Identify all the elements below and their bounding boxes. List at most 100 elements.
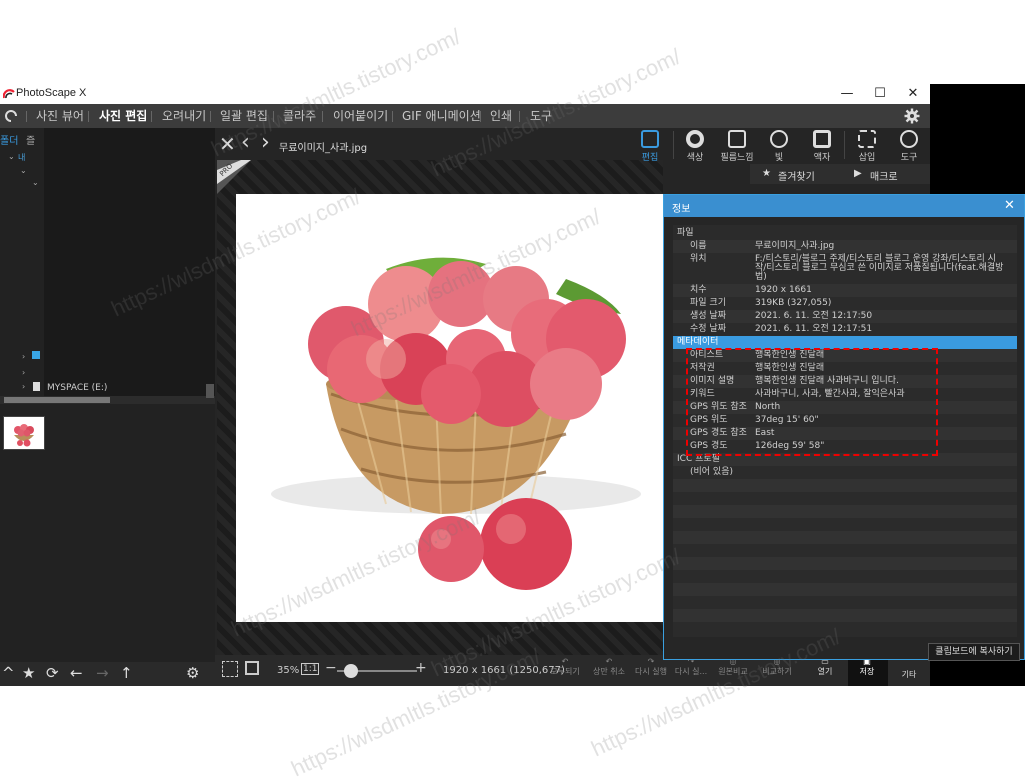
actual-size-button[interactable]: 1:1: [301, 663, 320, 675]
tool-tools[interactable]: 도구: [889, 130, 929, 163]
apple-basket-image: [271, 257, 641, 590]
thumbnail-apple-basket[interactable]: [3, 416, 45, 450]
empty-row: [673, 531, 1017, 544]
left-bottom-toolbar: ^ ★ ⟳ ← → ↑ ⚙: [0, 662, 215, 686]
up-arrow-icon[interactable]: ↑: [120, 664, 133, 682]
tool-insert[interactable]: 삽입: [847, 130, 887, 163]
table-row: 치수 1920 x 1661: [673, 284, 1017, 297]
forward-arrow-icon[interactable]: →: [96, 664, 109, 682]
file-name: 무료이미지_사과.jpg: [279, 143, 368, 154]
tool-edit[interactable]: 편집: [630, 130, 670, 163]
undo-button[interactable]: ↶ 상만 취소: [591, 657, 627, 677]
favorites-button[interactable]: 즐겨찾기: [778, 168, 815, 183]
settings-gear-icon[interactable]: ⚙: [186, 664, 199, 682]
redo-all-button[interactable]: ↷ 다시 실...: [673, 657, 709, 677]
star-icon[interactable]: ★: [22, 664, 35, 682]
left-browser-panel: 폴더 즐겨 ⌄ 내 ⌄ ⌄ › › › MYSPACE (E:) ^ ★ ⟳: [0, 128, 215, 686]
photo-canvas[interactable]: [236, 194, 663, 622]
zoom-slider-handle[interactable]: [344, 664, 358, 678]
info-dialog-title: 정보: [672, 204, 691, 215]
menu-photo-viewer[interactable]: 사진 뷰어: [36, 104, 84, 128]
tool-label: 액자: [813, 153, 831, 163]
empty-row: [673, 557, 1017, 570]
tree-collapsed-icon[interactable]: ›: [22, 382, 25, 391]
drive-icon: [33, 382, 40, 391]
save-button[interactable]: ▣ 저장: [849, 657, 885, 677]
empty-row: [673, 609, 1017, 622]
table-row: 파일 크기 319KB (327,055): [690, 298, 832, 308]
metadata-highlight-box: [686, 348, 938, 456]
table-row: 법): [755, 272, 767, 282]
minimize-button[interactable]: —: [830, 84, 864, 104]
tool-light[interactable]: 빛: [759, 130, 799, 163]
tool-color[interactable]: 색상: [675, 130, 715, 163]
table-row: 생성 날짜 2021. 6. 11. 오전 12:17:50: [673, 310, 1017, 323]
crop-select-icon[interactable]: [222, 661, 238, 677]
tool-label: 빛: [774, 153, 784, 163]
close-window-button[interactable]: ✕: [896, 84, 930, 104]
empty-row: [673, 583, 1017, 596]
undo-all-button[interactable]: ↶ 모두되기: [547, 657, 583, 677]
palette-icon: [900, 130, 918, 148]
compare-view-icon[interactable]: [245, 661, 259, 675]
zoom-level: 35%: [277, 665, 300, 676]
refresh-icon[interactable]: ⟳: [46, 664, 59, 682]
close-icon[interactable]: ✕: [1004, 198, 1015, 213]
menu-combine[interactable]: 이어붙이기: [333, 104, 388, 128]
macro-button[interactable]: 매크로: [870, 168, 898, 183]
tool-label: 삽입: [858, 153, 876, 163]
sun-icon: [770, 130, 788, 148]
title-bar: PhotoScape X — ☐ ✕: [0, 84, 930, 104]
tree-collapsed-icon[interactable]: ›: [22, 352, 25, 361]
insert-icon: [858, 130, 876, 148]
zoom-out-button[interactable]: −: [325, 660, 337, 676]
table-row: (비어 있음): [690, 467, 734, 477]
empty-row: [673, 505, 1017, 518]
vertical-scrollbar[interactable]: [206, 384, 214, 398]
table-row: 수정 날짜 2021. 6. 11. 오전 12:17:51: [690, 324, 873, 334]
thumbnail-strip: [0, 410, 215, 660]
tool-frame[interactable]: 액자: [802, 130, 842, 163]
scrollbar-thumb[interactable]: [4, 397, 110, 403]
copy-to-clipboard-button[interactable]: 클립보드에 복사하기: [928, 643, 1020, 661]
tab-folder[interactable]: 폴더: [0, 132, 18, 147]
redo-button[interactable]: ↷ 다시 실행: [633, 657, 669, 677]
zoom-in-button[interactable]: +: [415, 660, 427, 676]
tree-expand-icon[interactable]: ⌄: [32, 178, 39, 187]
tree-node-label[interactable]: 내: [18, 152, 25, 163]
left-tabs: 폴더 즐겨: [0, 128, 44, 162]
tool-label: 편집: [641, 153, 659, 163]
info-dialog-header: 정보 ✕: [664, 195, 1024, 217]
tree-collapsed-icon[interactable]: ›: [22, 368, 25, 377]
color-circle-icon: [686, 130, 704, 148]
horizontal-scrollbar[interactable]: [0, 396, 215, 404]
section-file: 파일: [677, 228, 694, 238]
tree-expand-icon[interactable]: ⌄: [20, 166, 27, 175]
pencil-icon: [641, 130, 659, 148]
settings-gear-icon[interactable]: [904, 108, 920, 124]
drive-label[interactable]: MYSPACE (E:): [47, 383, 107, 393]
tool-label: 도구: [900, 153, 918, 163]
drive-icon: [32, 351, 40, 359]
empty-row: [673, 479, 1017, 492]
frame-icon: [813, 130, 831, 148]
star-icon: ★: [762, 168, 771, 179]
app-title: PhotoScape X: [16, 87, 87, 99]
menu-photo-editor[interactable]: 사진 편집: [99, 104, 147, 128]
menu-cut-out[interactable]: 오려내기: [162, 104, 206, 128]
back-arrow-icon[interactable]: ←: [70, 664, 83, 682]
table-row: 이름 무료이미지_사과.jpg: [673, 240, 1017, 253]
film-icon: [728, 130, 746, 148]
more-button[interactable]: 기타: [891, 669, 927, 680]
tool-label: 색상: [686, 153, 704, 163]
photoscape-logo-icon: [3, 89, 15, 99]
chevron-up-icon[interactable]: ^: [2, 664, 15, 682]
menu-gif-animation[interactable]: GIF 애니메이션: [402, 104, 481, 128]
tool-film[interactable]: 필름느낌: [717, 130, 757, 163]
tree-expand-icon[interactable]: ⌄: [8, 152, 15, 161]
favorites-macro-row: ★ 즐겨찾기 ▶ 매크로: [750, 164, 930, 184]
home-icon[interactable]: [4, 109, 18, 123]
maximize-button[interactable]: ☐: [863, 84, 897, 104]
main-menu-bar: 사진 뷰어 사진 편집 오려내기 일괄 편집 콜라주 이어붙이기 GIF 애니메…: [0, 104, 930, 128]
tool-label: 필름느낌: [720, 153, 754, 163]
